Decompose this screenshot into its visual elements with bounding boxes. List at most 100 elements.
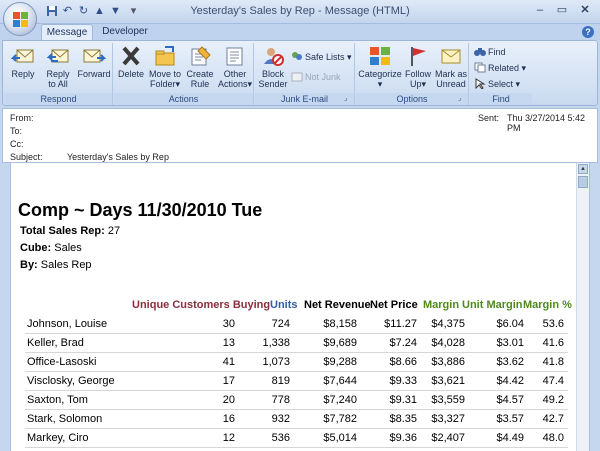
cell-margin: $3,886: [431, 356, 465, 368]
scroll-up-icon[interactable]: ▲: [578, 164, 588, 174]
move-to-folder-button[interactable]: Move to Folder▾: [147, 45, 183, 89]
follow-up-button[interactable]: Follow Up▾: [403, 45, 433, 89]
group-junk-label: Junk E-mail: [255, 93, 354, 105]
sent-label: Sent:: [478, 113, 500, 123]
cell-units: 1,073: [262, 356, 290, 368]
subject-value: Yesterday's Sales by Rep: [67, 152, 169, 162]
office-button[interactable]: [3, 2, 37, 36]
cell-net-price: $7.24: [389, 337, 417, 349]
table-row: Keller, Brad 13 1,338 $9,689 $7.24 $4,028 $3.0…: [25, 334, 568, 353]
col-header-net-price: Net Price: [370, 299, 418, 311]
cell-net-price: $9.36: [389, 432, 417, 444]
cell-net-price: $8.66: [389, 356, 417, 368]
vertical-scrollbar[interactable]: ▲: [576, 163, 589, 451]
other-actions-button[interactable]: Other Actions▾: [217, 45, 253, 89]
title-bar: ↶ ↻ ▲ ▼ ▾ Yesterday's Sales by Rep - Mes…: [0, 0, 600, 24]
cell-units: 932: [271, 413, 290, 425]
move-to-folder-icon: [153, 45, 177, 67]
delete-icon: [119, 45, 143, 67]
tab-message[interactable]: Message: [41, 24, 93, 40]
forward-button[interactable]: Forward: [76, 45, 112, 79]
reply-all-button[interactable]: Reply to All: [41, 45, 75, 89]
maximize-button[interactable]: ▭: [553, 2, 571, 18]
scroll-thumb[interactable]: [578, 176, 588, 188]
cell-customers: 16: [222, 413, 235, 425]
cell-unit-margin: $3.57: [496, 413, 524, 425]
cell-net-revenue: $7,782: [323, 413, 357, 425]
table-row: Johnson, Louise 30 724 $8,158 $11.27 $4,375 $6…: [25, 315, 568, 334]
cell-units: 724: [271, 318, 290, 330]
cell-unit-margin: $6.04: [496, 318, 524, 330]
col-header-units: Units: [270, 299, 298, 311]
group-options-label: Options: [356, 93, 468, 105]
not-junk-icon: [291, 71, 303, 82]
cell-customers: 20: [222, 394, 235, 406]
select-dropdown-icon: ▾: [515, 79, 521, 89]
cell-margin-pct: 41.8: [542, 356, 564, 368]
cell-unit-margin: $4.49: [496, 432, 524, 444]
subject-label: Subject:: [10, 152, 43, 162]
report-title: Comp ~ Days 11/30/2010 Tue: [18, 200, 263, 220]
total-sales-rep: Total Sales Rep: 27: [20, 225, 121, 237]
options-dialog-launcher-icon[interactable]: ⌟: [458, 95, 466, 103]
junk-dialog-launcher-icon[interactable]: ⌟: [344, 95, 352, 103]
ribbon-tabs: Message Developer ?: [0, 24, 600, 40]
cell-unit-margin: $3.01: [496, 337, 524, 349]
move-dropdown-icon: ▾: [175, 79, 181, 89]
cell-margin: $4,375: [431, 318, 465, 330]
cell-units: 819: [271, 375, 290, 387]
cell-net-revenue: $9,689: [323, 337, 357, 349]
cell-units: 1,338: [262, 337, 290, 349]
group-actions-label: Actions: [114, 93, 253, 105]
office-logo-icon: [13, 12, 28, 27]
cell-net-revenue: $9,288: [323, 356, 357, 368]
select-button[interactable]: Select ▾: [474, 78, 520, 90]
group-find: Find Related ▾ Select ▾ Find: [470, 43, 532, 105]
cell-net-revenue: $8,158: [323, 318, 357, 330]
reply-button[interactable]: Reply: [7, 45, 39, 79]
find-button[interactable]: Find: [474, 46, 506, 58]
group-find-label: Find: [470, 93, 532, 105]
help-icon[interactable]: ?: [582, 26, 594, 38]
cell-margin-pct: 53.6: [542, 318, 564, 330]
tab-developer[interactable]: Developer: [97, 24, 153, 40]
group-options: Categorize ▾ Follow Up▾ Mark as Unread O…: [356, 43, 469, 105]
mark-as-unread-button[interactable]: Mark as Unread: [434, 45, 468, 89]
cell-customers: 13: [222, 337, 235, 349]
group-junk-email: Block Sender Safe Lists ▾ Not Junk Junk …: [255, 43, 355, 105]
table-row: Stark, Solomon 16 932 $7,782 $8.35 $3,327 $3.5…: [25, 410, 568, 429]
table-row: Office-Lasoski 41 1,073 $9,288 $8.66 $3,886 $3…: [25, 353, 568, 372]
cell-net-price: $11.27: [384, 318, 417, 330]
safe-lists-icon: [291, 51, 303, 62]
cell-margin: $3,621: [431, 375, 465, 387]
block-sender-button[interactable]: Block Sender: [257, 45, 289, 89]
create-rule-button[interactable]: Create Rule: [184, 45, 216, 89]
follow-up-flag-icon: [406, 45, 430, 67]
categorize-button[interactable]: Categorize ▾: [358, 45, 402, 89]
categorize-dropdown-icon: ▾: [377, 79, 383, 89]
related-button[interactable]: Related ▾: [474, 62, 526, 74]
table-row: Saxton, Tom 20 778 $7,240 $9.31 $3,559 $4.57 49…: [25, 391, 568, 410]
group-actions: Delete Move to Folder▾ Create Rule Other…: [114, 43, 254, 105]
categorize-icon: [368, 45, 392, 67]
col-header-margin-pct: Margin %: [523, 299, 572, 311]
minimize-button[interactable]: –: [531, 2, 549, 18]
close-button[interactable]: ✕: [576, 2, 594, 18]
block-sender-icon: [261, 45, 285, 67]
cell-margin: $4,028: [431, 337, 465, 349]
safe-lists-button[interactable]: Safe Lists ▾: [291, 51, 352, 63]
col-header-net-revenue: Net Revenue: [304, 299, 371, 311]
cell-name: Markey, Ciro: [27, 432, 89, 444]
window-title: Yesterday's Sales by Rep - Message (HTML…: [190, 5, 410, 17]
cell-margin-pct: 49.2: [542, 394, 564, 406]
ribbon: Reply Reply to All Forward Respond Delet…: [2, 40, 598, 106]
cell-margin-pct: 41.6: [542, 337, 564, 349]
cell-net-price: $9.33: [389, 375, 417, 387]
cell-net-revenue: $7,644: [323, 375, 357, 387]
cell-unit-margin: $4.57: [496, 394, 524, 406]
cell-name: Keller, Brad: [27, 337, 84, 349]
not-junk-button[interactable]: Not Junk: [291, 71, 341, 83]
delete-button[interactable]: Delete: [116, 45, 146, 79]
cell-name: Stark, Solomon: [27, 413, 103, 425]
col-header-customers: Unique Customers Buying: [132, 299, 271, 311]
